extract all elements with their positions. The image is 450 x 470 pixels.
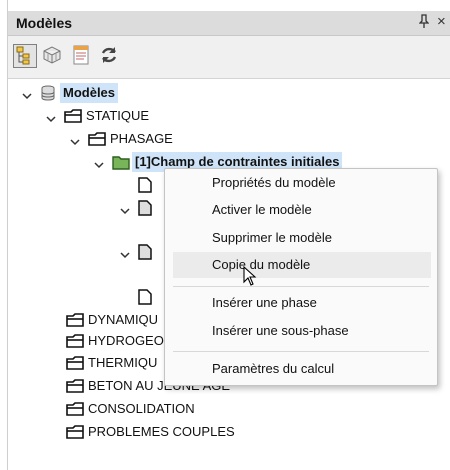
folder-icon xyxy=(66,378,84,400)
chevron-down-icon[interactable] xyxy=(22,87,32,107)
document-icon xyxy=(138,289,152,311)
database-icon xyxy=(40,85,56,107)
properties-button[interactable] xyxy=(70,44,94,68)
chevron-down-icon[interactable] xyxy=(120,246,130,266)
tree-view-button[interactable] xyxy=(13,44,37,68)
3d-model-icon xyxy=(43,46,61,64)
menu-item-label: Paramètres du calcul xyxy=(212,361,335,376)
3d-model-button[interactable] xyxy=(41,44,65,68)
tree-item-label: HYDROGEO xyxy=(88,333,164,348)
properties-icon xyxy=(73,45,89,65)
context-menu: Propriétés du modèle Activer le modèle S… xyxy=(164,168,438,386)
menu-item-label: Activer le modèle xyxy=(212,202,312,217)
tree-item-problemes[interactable]: PROBLEMES COUPLES xyxy=(66,422,286,442)
tree-view-icon xyxy=(16,46,30,65)
chevron-down-icon[interactable] xyxy=(120,202,130,222)
menu-separator xyxy=(173,286,429,287)
menu-item-copy[interactable]: Copie du modèle xyxy=(173,252,431,278)
close-icon[interactable]: × xyxy=(437,13,446,30)
chevron-down-icon[interactable] xyxy=(46,110,56,130)
folder-icon xyxy=(88,131,106,153)
pin-icon[interactable] xyxy=(418,14,430,31)
menu-item-label: Insérer une phase xyxy=(212,295,317,310)
tree-item-statique[interactable]: STATIQUE xyxy=(46,106,346,126)
menu-item-activate[interactable]: Activer le modèle xyxy=(165,197,437,223)
tree-item-label: CONSOLIDATION xyxy=(88,401,195,416)
menu-item-calc-params[interactable]: Paramètres du calcul xyxy=(165,356,437,382)
document-icon xyxy=(138,244,152,266)
chevron-down-icon[interactable] xyxy=(70,133,80,153)
document-icon xyxy=(138,177,152,199)
folder-icon xyxy=(66,401,84,423)
chevron-down-icon[interactable] xyxy=(94,156,104,176)
menu-item-insert-phase[interactable]: Insérer une phase xyxy=(165,290,437,316)
tree-item-label: DYNAMIQU xyxy=(88,312,159,327)
refresh-icon xyxy=(101,47,117,63)
tree-item-label: PROBLEMES COUPLES xyxy=(88,424,235,439)
menu-item-label: Insérer une sous-phase xyxy=(212,323,349,338)
panel-title: Modèles xyxy=(16,15,73,31)
toolbar xyxy=(8,36,450,79)
menu-item-delete[interactable]: Supprimer le modèle xyxy=(165,225,437,251)
mouse-cursor-icon xyxy=(243,265,257,291)
tree-item-label: PHASAGE xyxy=(110,131,173,146)
tree-item-subnode[interactable] xyxy=(120,198,160,218)
tree-item-consolidation[interactable]: CONSOLIDATION xyxy=(66,399,286,419)
document-icon xyxy=(138,200,152,222)
tree-item-models[interactable]: Modèles xyxy=(22,83,322,103)
folder-icon xyxy=(66,424,84,446)
tree-item-phasage[interactable]: PHASAGE xyxy=(70,129,370,149)
menu-item-label: Supprimer le modèle xyxy=(212,230,332,245)
folder-icon xyxy=(66,333,84,355)
menu-item-label: Propriétés du modèle xyxy=(212,175,336,190)
menu-separator xyxy=(173,351,429,352)
tree-item-label: THERMIQU xyxy=(88,355,158,370)
folder-icon xyxy=(66,355,84,377)
tree-item-subnode[interactable] xyxy=(120,242,160,262)
refresh-button[interactable] xyxy=(98,44,122,68)
menu-item-insert-subphase[interactable]: Insérer une sous-phase xyxy=(165,318,437,344)
menu-item-label: Copie du modèle xyxy=(212,257,311,272)
folder-icon xyxy=(64,108,82,130)
green-folder-icon xyxy=(112,154,130,176)
tree-item-label: Modèles xyxy=(60,83,119,103)
menu-item-properties[interactable]: Propriétés du modèle xyxy=(165,170,437,196)
tree-item-label: STATIQUE xyxy=(86,108,150,123)
panel-titlebar: Modèles × xyxy=(8,11,450,36)
